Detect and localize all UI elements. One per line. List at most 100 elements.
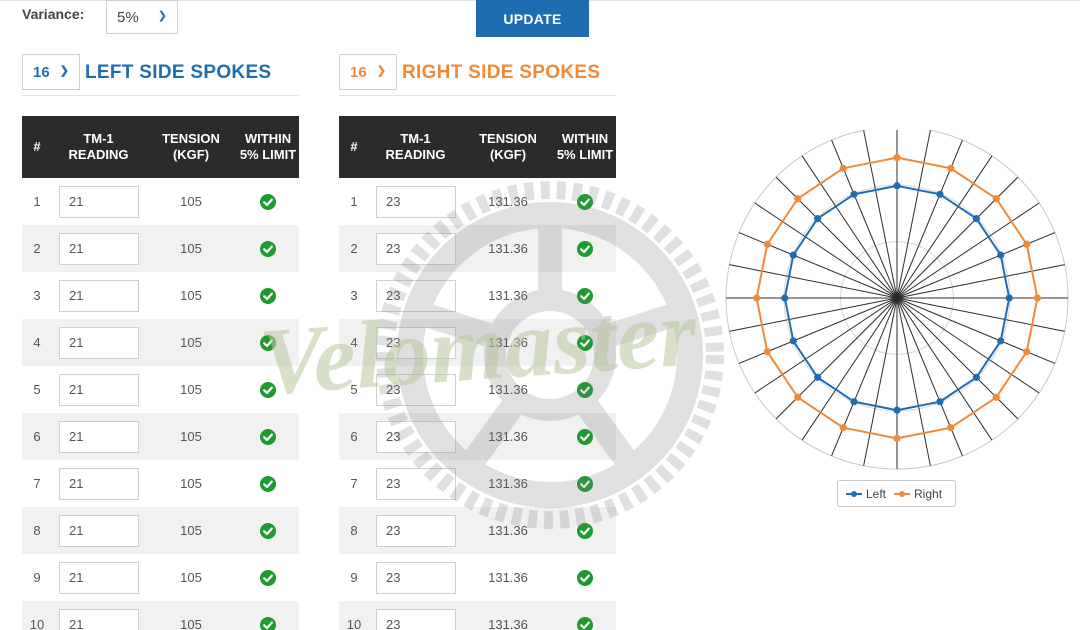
header-number: # (339, 116, 369, 178)
spoke-number: 5 (350, 382, 358, 397)
header-number: # (22, 116, 52, 178)
reading-cell (52, 601, 145, 630)
radar-point-right (839, 164, 847, 172)
tm1-reading-input[interactable] (59, 373, 139, 406)
spoke-number: 5 (33, 382, 41, 397)
tm1-reading-input[interactable] (59, 279, 139, 312)
right-title-divider (339, 95, 616, 96)
reading-cell (52, 178, 145, 225)
spoke-number: 3 (33, 288, 41, 303)
radar-point-left (936, 398, 944, 406)
radar-legend[interactable]: Left Right (837, 480, 956, 507)
check-circle-icon (260, 428, 276, 445)
tension-value: 131.36 (488, 241, 528, 256)
check-circle-icon (260, 193, 276, 210)
tm1-reading-input[interactable] (376, 514, 456, 547)
radar-point-left (936, 190, 944, 198)
variance-label: Variance: (22, 6, 85, 22)
tm1-reading-input[interactable] (376, 279, 456, 312)
legend-item-right[interactable]: Right (894, 487, 942, 501)
check-circle-icon (260, 381, 276, 398)
tm1-reading-input[interactable] (59, 185, 139, 218)
tension-value: 131.36 (488, 382, 528, 397)
tm1-reading-input[interactable] (376, 561, 456, 594)
tm1-reading-input[interactable] (59, 467, 139, 500)
reading-cell (369, 319, 462, 366)
spoke-number: 1 (33, 194, 41, 209)
tm1-reading-input[interactable] (376, 608, 456, 630)
tension-value: 105 (180, 429, 202, 444)
tension-value: 131.36 (488, 194, 528, 209)
check-circle-icon (260, 616, 276, 630)
within-limit-cell (554, 554, 616, 601)
reading-cell (369, 460, 462, 507)
chevron-down-icon: ❯ (376, 65, 386, 78)
check-circle-icon (577, 475, 593, 492)
tm1-reading-input[interactable] (59, 514, 139, 547)
table-header-row: # TM-1 READING TENSION (KGF) WITHIN 5% L… (22, 116, 299, 178)
table-row: 10 105 (22, 601, 299, 630)
radar-point-left (972, 215, 980, 223)
within-limit-cell (237, 413, 299, 460)
within-limit-cell (237, 366, 299, 413)
tm1-reading-input[interactable] (376, 420, 456, 453)
tm1-reading-input[interactable] (59, 420, 139, 453)
reading-cell (369, 601, 462, 630)
right-spoke-count-select[interactable]: 16 ❯ (339, 54, 397, 90)
header-tension: TENSION (KGF) (145, 116, 237, 178)
within-limit-cell (237, 272, 299, 319)
tm1-reading-input[interactable] (59, 561, 139, 594)
variance-select[interactable]: 5% ❯ (106, 0, 178, 34)
tm1-reading-input[interactable] (376, 467, 456, 500)
tm1-reading-input[interactable] (59, 608, 139, 630)
radar-spoke-line (896, 176, 1019, 299)
table-row: 2 105 (22, 225, 299, 272)
tm1-reading-input[interactable] (376, 232, 456, 265)
radar-point-right (839, 424, 847, 432)
spoke-number: 9 (350, 570, 358, 585)
table-row: 6 105 (22, 413, 299, 460)
reading-cell (369, 507, 462, 554)
left-side-title: LEFT SIDE SPOKES (85, 62, 272, 83)
reading-cell (52, 319, 145, 366)
check-circle-icon (577, 569, 593, 586)
left-spoke-count-select[interactable]: 16 ❯ (22, 54, 80, 90)
table-row: 4 131.36 (339, 319, 616, 366)
radar-point-left (814, 215, 822, 223)
tension-value: 131.36 (488, 523, 528, 538)
right-side-title: RIGHT SIDE SPOKES (402, 62, 601, 83)
tension-value: 105 (180, 476, 202, 491)
tm1-reading-input[interactable] (376, 373, 456, 406)
table-row: 10 131.36 (339, 601, 616, 630)
header-reading: TM-1 READING (369, 116, 462, 178)
check-circle-icon (577, 616, 593, 630)
tm1-reading-input[interactable] (59, 232, 139, 265)
spoke-number: 9 (33, 570, 41, 585)
within-limit-cell (237, 319, 299, 366)
spoke-number: 6 (350, 429, 358, 444)
radar-point-left (789, 337, 797, 345)
radar-point-right (1023, 348, 1031, 356)
reading-cell (52, 460, 145, 507)
legend-right-label: Right (914, 486, 943, 501)
radar-point-right (992, 393, 1000, 401)
table-row: 1 105 (22, 178, 299, 225)
right-spoke-count-value: 16 (350, 63, 367, 81)
check-circle-icon (577, 522, 593, 539)
within-limit-cell (554, 507, 616, 554)
tm1-reading-input[interactable] (376, 326, 456, 359)
within-limit-cell (237, 601, 299, 630)
tension-value: 105 (180, 570, 202, 585)
update-button[interactable]: UPDATE (476, 0, 589, 37)
legend-item-left[interactable]: Left (846, 487, 886, 501)
tm1-reading-input[interactable] (376, 185, 456, 218)
table-row: 4 105 (22, 319, 299, 366)
tension-value: 105 (180, 382, 202, 397)
spoke-number: 4 (350, 335, 358, 350)
spoke-number: 6 (33, 429, 41, 444)
tension-value: 131.36 (488, 570, 528, 585)
table-row: 3 131.36 (339, 272, 616, 319)
tm1-reading-input[interactable] (59, 326, 139, 359)
radar-point-right (893, 154, 901, 162)
check-circle-icon (260, 334, 276, 351)
